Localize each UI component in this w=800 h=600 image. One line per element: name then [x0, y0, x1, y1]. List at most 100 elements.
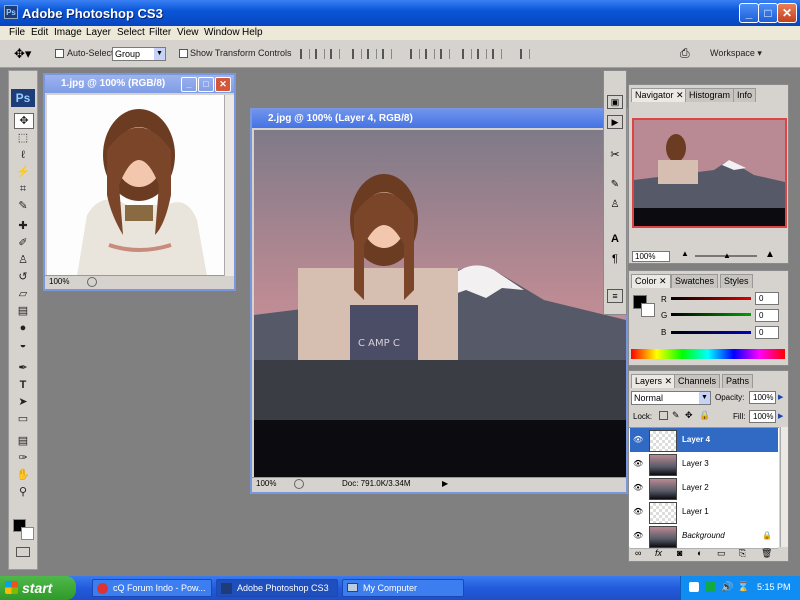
lock-image-icon[interactable]: ✎: [672, 410, 680, 421]
background-color-swatch[interactable]: [641, 303, 655, 317]
eye-icon[interactable]: 👁: [633, 532, 643, 540]
green-value-field[interactable]: 0: [755, 309, 779, 322]
move-tool-icon[interactable]: ✥: [14, 113, 34, 129]
align-hcenter-icon[interactable]: [367, 49, 377, 59]
zoom-level[interactable]: 100%: [49, 276, 69, 288]
tab-styles[interactable]: Styles: [720, 274, 753, 288]
eraser-tool-icon[interactable]: ▱: [14, 287, 32, 301]
distribute-right-icon[interactable]: [492, 49, 502, 59]
path-select-tool-icon[interactable]: ➤: [14, 395, 32, 409]
close-button[interactable]: ✕: [777, 3, 797, 23]
menu-filter[interactable]: Filter: [149, 27, 171, 38]
menu-image[interactable]: Image: [54, 27, 82, 38]
notes-tool-icon[interactable]: ▤: [14, 434, 32, 448]
layer-name[interactable]: Background: [682, 531, 725, 540]
character-panel-icon[interactable]: A: [607, 233, 623, 247]
document-window-2[interactable]: 2.jpg @ 100% (Layer 4, RGB/8) C AMP C 10…: [250, 108, 628, 494]
eye-icon[interactable]: 👁: [633, 508, 643, 516]
hand-tool-icon[interactable]: ✋: [14, 468, 32, 482]
minimize-icon[interactable]: _: [181, 77, 197, 92]
distribute-left-icon[interactable]: [462, 49, 472, 59]
layer-row[interactable]: 👁 Layer 1: [630, 500, 778, 525]
menu-select[interactable]: Select: [117, 27, 145, 38]
vertical-scrollbar[interactable]: [224, 95, 234, 276]
zoom-out-icon[interactable]: ▲: [681, 249, 689, 258]
workspace-button[interactable]: Workspace ▾: [710, 48, 762, 59]
clone-source-icon[interactable]: ♙: [607, 199, 623, 213]
document-window-1[interactable]: 1.jpg @ 100% (RGB/8) _ □ ✕ 100%: [43, 73, 236, 291]
taskbar-item-photoshop[interactable]: Adobe Photoshop CS3: [216, 579, 338, 597]
align-left-icon[interactable]: [352, 49, 362, 59]
menu-help[interactable]: Help: [242, 27, 263, 38]
marquee-tool-icon[interactable]: ⬚: [14, 131, 32, 145]
eye-icon[interactable]: 👁: [633, 436, 643, 444]
menu-edit[interactable]: Edit: [31, 27, 48, 38]
type-tool-icon[interactable]: T: [14, 378, 32, 392]
layer-row[interactable]: 👁 Background 🔒: [630, 524, 778, 549]
eyedropper-tool-icon[interactable]: ✑: [14, 451, 32, 465]
gradient-tool-icon[interactable]: ▤: [14, 304, 32, 318]
taskbar-item-my-computer[interactable]: My Computer: [342, 579, 464, 597]
layer-name[interactable]: Layer 3: [682, 459, 709, 468]
document-canvas-2[interactable]: C AMP C: [254, 130, 626, 480]
volume-icon[interactable]: 🔊: [721, 582, 733, 593]
lock-all-icon[interactable]: 🔒: [699, 410, 710, 421]
layers-scrollbar[interactable]: [780, 427, 788, 547]
move-tool-preset-icon[interactable]: ✥▾: [14, 46, 31, 62]
zoom-tool-icon[interactable]: ⚲: [14, 485, 32, 499]
distribute-top-icon[interactable]: [410, 49, 420, 59]
history-panel-icon[interactable]: ▣: [607, 95, 623, 109]
distribute-bottom-icon[interactable]: [440, 49, 450, 59]
clone-stamp-tool-icon[interactable]: ♙: [14, 253, 32, 267]
delete-layer-icon[interactable]: 🗑: [761, 548, 772, 559]
paragraph-panel-icon[interactable]: ¶: [607, 253, 623, 267]
green-slider[interactable]: [671, 313, 751, 316]
menu-file[interactable]: File: [9, 27, 25, 38]
doc-size-info[interactable]: Doc: 791.0K/3.34M: [342, 478, 410, 490]
eye-icon[interactable]: 👁: [633, 460, 643, 468]
layer-comps-icon[interactable]: ≡: [607, 289, 623, 303]
clock[interactable]: 5:15 PM: [757, 582, 791, 592]
background-color-swatch[interactable]: [21, 527, 34, 540]
auto-select-checkbox[interactable]: [55, 49, 64, 58]
tab-info[interactable]: Info: [733, 88, 757, 102]
lasso-tool-icon[interactable]: ℓ: [14, 148, 32, 162]
ps-logo[interactable]: Ps: [11, 89, 35, 107]
brushes-panel-icon[interactable]: ✎: [607, 179, 623, 193]
adjustment-layer-icon[interactable]: ◐: [697, 548, 702, 558]
fill-arrow-icon[interactable]: ▶: [778, 412, 783, 420]
fill-field[interactable]: 100%: [749, 410, 776, 423]
layer-name[interactable]: Layer 1: [682, 507, 709, 516]
antivirus-icon[interactable]: [689, 582, 699, 592]
distribute-vcenter-icon[interactable]: [425, 49, 435, 59]
blue-slider[interactable]: [671, 331, 751, 334]
app-title-bar[interactable]: Ps Adobe Photoshop CS3 _ □ ✕: [0, 0, 800, 26]
lock-position-icon[interactable]: ✥: [685, 410, 693, 421]
tab-color[interactable]: Color ✕: [631, 274, 671, 288]
show-transform-checkbox[interactable]: [179, 49, 188, 58]
align-top-icon[interactable]: [300, 49, 310, 59]
menu-window[interactable]: Window: [204, 27, 240, 38]
blur-tool-icon[interactable]: ●: [14, 321, 32, 335]
layer-mask-icon[interactable]: ◙: [677, 548, 682, 558]
maximize-icon[interactable]: □: [198, 77, 214, 92]
document-title-bar[interactable]: 1.jpg @ 100% (RGB/8) _ □ ✕: [45, 75, 234, 93]
tab-channels[interactable]: Channels: [674, 374, 721, 388]
shape-tool-icon[interactable]: ▭: [14, 412, 32, 426]
dodge-tool-icon[interactable]: ◒: [14, 338, 32, 352]
red-slider[interactable]: [671, 297, 751, 300]
navigator-zoom-field[interactable]: 100%: [632, 251, 670, 262]
tab-histogram[interactable]: Histogram: [685, 88, 735, 102]
minimize-button[interactable]: _: [739, 3, 759, 23]
start-button[interactable]: start: [0, 576, 76, 600]
color-spectrum-bar[interactable]: [631, 349, 785, 359]
bridge-icon[interactable]: ⎙: [680, 46, 690, 61]
tool-presets-icon[interactable]: ✂: [607, 148, 623, 162]
menu-layer[interactable]: Layer: [86, 27, 111, 38]
pen-tool-icon[interactable]: ✒: [14, 361, 32, 375]
navigator-preview[interactable]: [632, 118, 787, 228]
status-menu-icon[interactable]: [87, 277, 97, 287]
taskbar-item-powerpoint[interactable]: cQ Forum Indo - Pow...: [92, 579, 212, 597]
status-menu-icon[interactable]: [294, 479, 304, 489]
layer-name[interactable]: Layer 4: [682, 435, 710, 444]
